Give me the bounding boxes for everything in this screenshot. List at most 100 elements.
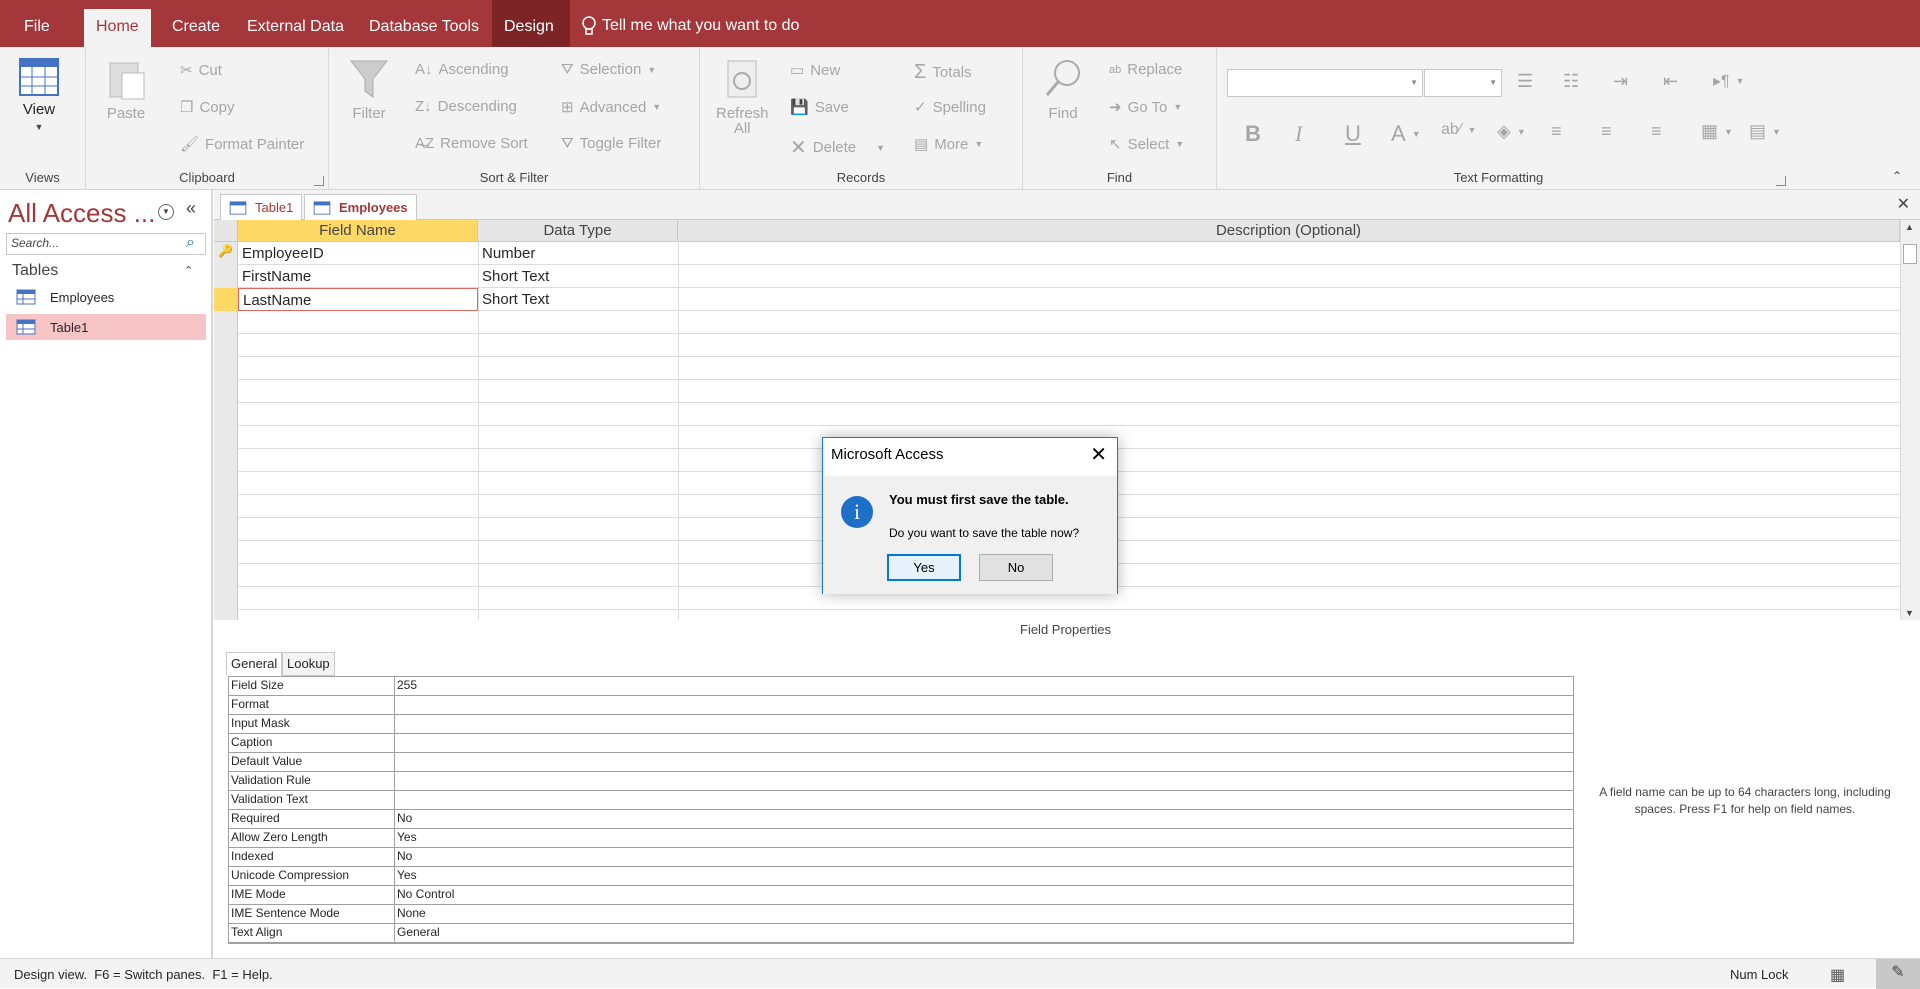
field-name-cell[interactable]: FirstName — [238, 265, 478, 288]
data-type-cell[interactable]: Number — [478, 242, 678, 265]
nav-pane-title[interactable]: All Access ... — [8, 198, 155, 229]
tab-design[interactable]: Design — [492, 0, 570, 47]
table-row[interactable]: FirstName Short Text — [238, 265, 1900, 288]
data-type-cell[interactable]: Short Text — [478, 288, 678, 311]
cut-button[interactable]: ✂ Cut — [180, 61, 222, 80]
yes-button[interactable]: Yes — [887, 554, 961, 581]
bullets-button[interactable]: ☰ — [1517, 71, 1533, 92]
ascending-button[interactable]: A↓ Ascending — [415, 61, 509, 78]
tab-lookup[interactable]: Lookup — [282, 652, 335, 676]
scroll-up-icon[interactable]: ▲ — [1905, 222, 1914, 232]
italic-button[interactable]: I — [1295, 121, 1302, 147]
find-button[interactable]: Find — [1043, 57, 1083, 122]
table-row[interactable] — [238, 311, 1900, 334]
property-value[interactable]: None — [397, 906, 426, 920]
property-row[interactable]: Validation Rule — [229, 772, 1573, 791]
numbering-button[interactable]: ☷ — [1563, 71, 1579, 92]
property-row[interactable]: IME Mode No Control — [229, 886, 1573, 905]
property-value[interactable]: Yes — [397, 830, 417, 844]
tab-general[interactable]: General — [226, 652, 283, 676]
decrease-indent-button[interactable]: ⇤ — [1663, 71, 1678, 92]
property-value[interactable]: General — [397, 925, 440, 939]
increase-indent-button[interactable]: ⇥ — [1613, 71, 1628, 92]
tab-create[interactable]: Create — [160, 12, 232, 47]
go-to-button[interactable]: ➜ Go To ▼ — [1109, 98, 1182, 117]
search-icon[interactable]: ⌕ — [186, 234, 195, 252]
property-value[interactable]: No Control — [397, 887, 454, 901]
property-row[interactable]: Indexed No — [229, 848, 1573, 867]
align-right-button[interactable]: ≡ — [1651, 121, 1662, 142]
copy-button[interactable]: ❐ Copy — [180, 98, 234, 117]
close-document-icon[interactable]: ✕ — [1897, 194, 1910, 214]
clipboard-dialog-launcher[interactable] — [314, 176, 324, 186]
nav-search-input[interactable]: Search... — [6, 233, 206, 255]
remove-sort-button[interactable]: A̶Z Remove Sort — [415, 135, 528, 152]
nav-item-employees[interactable]: Employees — [6, 284, 206, 310]
table-row[interactable] — [238, 403, 1900, 426]
scroll-down-icon[interactable]: ▼ — [1905, 608, 1914, 618]
property-row[interactable]: Format — [229, 696, 1573, 715]
field-name-cell[interactable]: LastName — [238, 288, 478, 311]
table-row[interactable] — [238, 334, 1900, 357]
highlight-button[interactable]: ab⁄ ▼ — [1441, 121, 1476, 139]
table-row[interactable]: EmployeeID Number — [238, 242, 1900, 265]
property-row[interactable]: Validation Text — [229, 791, 1573, 810]
tab-external-data[interactable]: External Data — [235, 12, 356, 47]
delete-record-button[interactable]: ✕ Delete ▼ — [790, 135, 885, 160]
font-name-dropdown[interactable]: ▼ — [1227, 69, 1423, 97]
table-row[interactable] — [238, 357, 1900, 380]
collapse-group-icon[interactable]: ⌃ — [184, 264, 193, 277]
more-button[interactable]: ▤ More ▼ — [914, 135, 983, 154]
table-row[interactable]: LastName Short Text — [238, 288, 1900, 311]
refresh-all-button[interactable]: Refresh All — [716, 57, 769, 137]
design-view-icon[interactable]: ✎ — [1876, 959, 1920, 989]
selection-button[interactable]: ⛛ Selection ▼ — [561, 61, 656, 78]
description-cell[interactable] — [678, 265, 1900, 288]
tell-me-search[interactable]: Tell me what you want to do — [582, 16, 799, 36]
datasheet-view-icon[interactable]: ▦ — [1830, 965, 1845, 985]
vertical-scrollbar[interactable]: ▲ ▼ — [1900, 220, 1920, 620]
doc-tab-employees[interactable]: Employees — [304, 194, 417, 220]
property-value[interactable]: Yes — [397, 868, 417, 882]
filter-button[interactable]: Filter — [349, 57, 389, 122]
property-value[interactable]: 255 — [397, 678, 417, 692]
advanced-button[interactable]: ⊞ Advanced ▼ — [561, 98, 661, 117]
property-row[interactable]: IME Sentence Mode None — [229, 905, 1573, 924]
description-cell[interactable] — [678, 288, 1900, 311]
view-button[interactable]: View ▼ — [18, 57, 60, 132]
font-color-button[interactable]: A ▼ — [1391, 121, 1421, 147]
tab-home[interactable]: Home — [84, 9, 151, 47]
property-row[interactable]: Caption — [229, 734, 1573, 753]
nav-group-tables[interactable]: Tables — [12, 262, 58, 280]
field-name-cell[interactable]: EmployeeID — [238, 242, 478, 265]
no-button[interactable]: No — [979, 554, 1053, 581]
paste-button[interactable]: Paste — [106, 57, 146, 122]
property-row[interactable]: Required No — [229, 810, 1573, 829]
collapse-ribbon-icon[interactable]: ⌃ — [1892, 169, 1902, 183]
paragraph-direction-button[interactable]: ▸¶ ▼ — [1713, 71, 1745, 91]
align-left-button[interactable]: ≡ — [1551, 121, 1562, 142]
nav-item-table1[interactable]: Table1 — [6, 314, 206, 340]
doc-tab-table1[interactable]: Table1 — [220, 194, 303, 220]
property-row[interactable]: Text Align General — [229, 924, 1573, 943]
format-painter-button[interactable]: 🖌 Format Painter — [180, 135, 304, 154]
underline-button[interactable]: U — [1345, 121, 1361, 147]
close-icon[interactable]: ✕ — [1090, 442, 1107, 467]
tab-file[interactable]: File — [12, 12, 62, 47]
totals-button[interactable]: Σ Totals — [914, 61, 972, 84]
property-row[interactable]: Field Size 255 — [229, 677, 1573, 696]
property-row[interactable]: Unicode Compression Yes — [229, 867, 1573, 886]
replace-button[interactable]: ab Replace — [1109, 61, 1182, 78]
new-record-button[interactable]: ▭ New — [790, 61, 840, 80]
gridlines-button[interactable]: ▦ ▼ — [1701, 121, 1733, 142]
spelling-button[interactable]: ✓ Spelling — [914, 98, 986, 117]
property-row[interactable]: Input Mask — [229, 715, 1573, 734]
descending-button[interactable]: Z↓ Descending — [415, 98, 517, 115]
property-value[interactable]: No — [397, 811, 412, 825]
nav-menu-chevron-icon[interactable]: ▼ — [158, 204, 174, 220]
bold-button[interactable]: B — [1245, 121, 1261, 147]
data-type-cell[interactable]: Short Text — [478, 265, 678, 288]
alternate-row-color-button[interactable]: ▤ ▼ — [1749, 121, 1781, 142]
property-row[interactable]: Default Value — [229, 753, 1573, 772]
fill-color-button[interactable]: ◈ ▼ — [1497, 121, 1526, 142]
